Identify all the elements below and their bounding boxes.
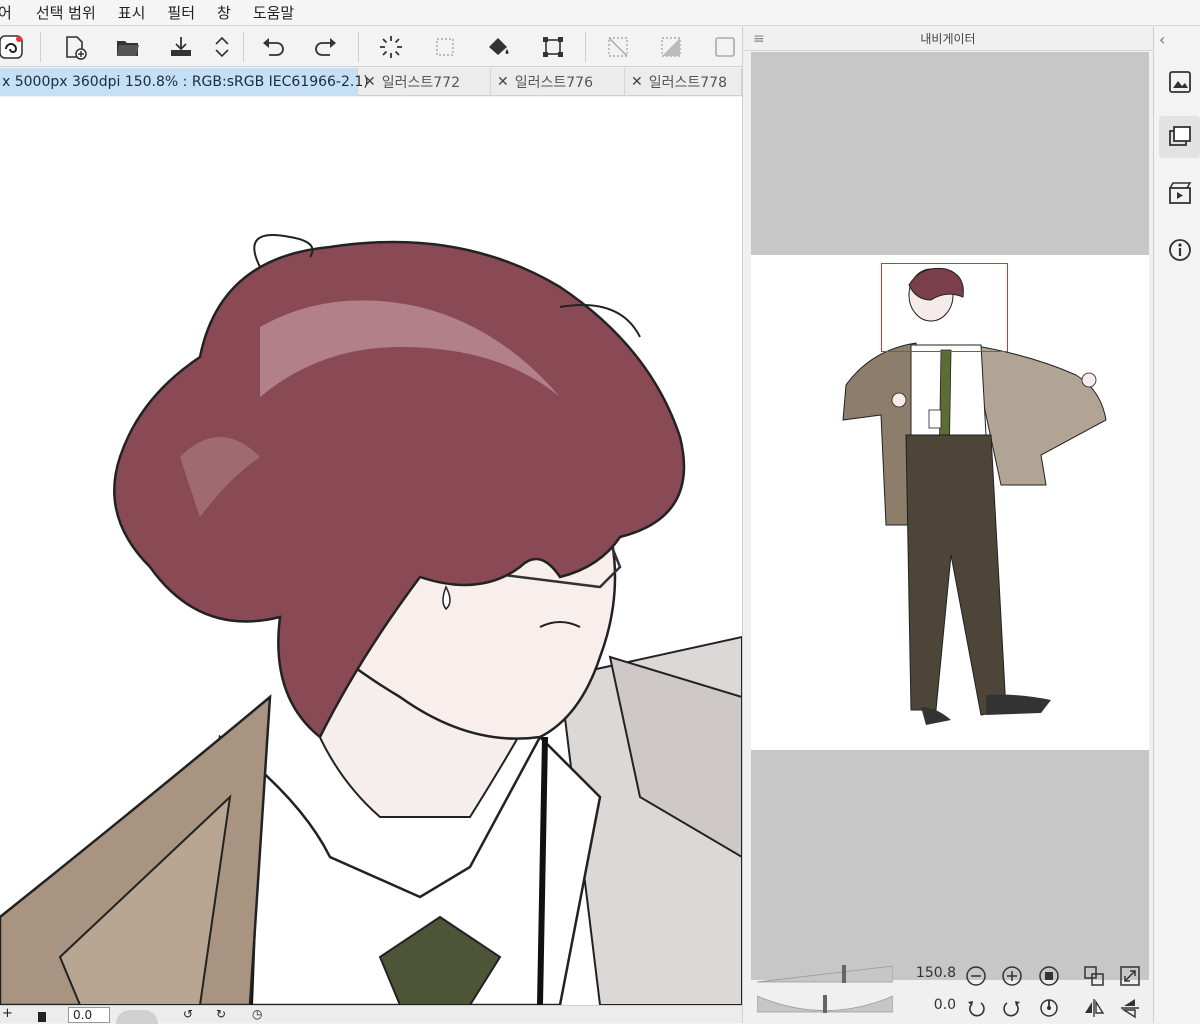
rotate-left-icon[interactable] — [965, 997, 987, 1019]
tab-illust778[interactable]: ✕ 일러스트778 — [625, 68, 742, 96]
view-area-frame[interactable] — [881, 263, 1008, 352]
actual-size-icon[interactable] — [1038, 965, 1060, 987]
close-icon[interactable]: ✕ — [364, 74, 376, 90]
menu-item-help[interactable]: 도움말 — [253, 2, 294, 23]
rotate-right-icon[interactable] — [1001, 997, 1023, 1019]
tab-label: 일러스트778 — [648, 75, 727, 91]
canvas-status-bar: + 0.0 ↺ ↻ ◷ — [0, 1005, 742, 1024]
layer-panel-icon[interactable] — [1167, 124, 1193, 150]
tab-label: x 5000px 360dpi 150.8% : RGB:sRGB IEC619… — [2, 74, 369, 90]
invert-selection-icon[interactable] — [658, 34, 684, 60]
document-tabs: x 5000px 360dpi 150.8% : RGB:sRGB IEC619… — [0, 68, 742, 96]
menu-bar: 어 선택 범위 표시 필터 창 도움말 — [0, 0, 1200, 26]
rotate-left-icon[interactable]: ↺ — [183, 1007, 193, 1021]
navigator-title: 내비게이터 — [920, 32, 976, 46]
navigator-controls: 150.8 0.0 — [743, 957, 1153, 1023]
show-selection-icon[interactable] — [712, 34, 738, 60]
tab-label: 일러스트776 — [514, 75, 593, 91]
navigator-panel-icon[interactable] — [1167, 69, 1193, 95]
redo-icon[interactable] — [313, 34, 339, 60]
tab-label: 일러스트772 — [381, 75, 460, 91]
transform-icon[interactable] — [540, 34, 566, 60]
drawing-canvas[interactable] — [0, 97, 742, 1005]
close-icon[interactable]: ✕ — [497, 74, 509, 90]
zoom-in-icon[interactable] — [1001, 965, 1023, 987]
fill-bucket-icon[interactable] — [486, 34, 512, 60]
deselect-icon[interactable] — [605, 34, 631, 60]
reset-rotation-icon[interactable] — [1038, 997, 1060, 1019]
fit-to-screen-icon[interactable] — [1083, 965, 1105, 987]
rotate-right-icon[interactable]: ↻ — [216, 1007, 226, 1021]
zoom-out-icon[interactable] — [965, 965, 987, 987]
zoom-value[interactable]: 150.8 — [906, 965, 956, 981]
tab-illust772[interactable]: ✕ 일러스트772 — [358, 68, 491, 96]
artwork-closeup — [0, 234, 742, 1005]
loading-spinner-icon[interactable] — [378, 34, 404, 60]
reset-rotation-icon[interactable]: ◷ — [252, 1007, 262, 1021]
close-icon[interactable]: ✕ — [631, 74, 643, 90]
clear-selection-icon[interactable] — [432, 34, 458, 60]
animation-panel-icon[interactable] — [1167, 180, 1193, 206]
undo-icon[interactable] — [260, 34, 286, 60]
collapse-chevron-icon[interactable]: ‹ — [1159, 30, 1165, 49]
panel-menu-icon[interactable]: ≡ — [753, 32, 765, 46]
menu-item-layer[interactable]: 어 — [0, 2, 12, 23]
rotation-value[interactable]: 0.0 — [906, 997, 956, 1013]
menu-item-view[interactable]: 표시 — [118, 2, 146, 23]
save-icon[interactable] — [168, 34, 194, 60]
toolbar-divider — [585, 32, 586, 62]
tab-illust776[interactable]: ✕ 일러스트776 — [491, 68, 625, 96]
scroll-arrows-icon[interactable] — [209, 34, 235, 60]
navigator-header: ≡ 내비게이터 — [743, 27, 1153, 51]
app-logo-icon[interactable] — [0, 34, 24, 60]
menu-item-selection[interactable]: 선택 범위 — [36, 2, 96, 23]
rotation-dial[interactable] — [116, 1010, 158, 1024]
menu-item-filter[interactable]: 필터 — [167, 2, 195, 23]
navigator-panel: ≡ 내비게이터 150.8 0.0 — [742, 27, 1154, 1023]
tab-active-document[interactable]: x 5000px 360dpi 150.8% : RGB:sRGB IEC619… — [0, 68, 369, 96]
new-file-icon[interactable] — [62, 34, 88, 60]
fit-window-icon[interactable] — [1119, 965, 1141, 987]
toolbar-divider — [243, 32, 244, 62]
rotation-field[interactable]: 0.0 — [68, 1007, 110, 1023]
command-bar — [0, 27, 742, 67]
stop-icon[interactable] — [38, 1012, 46, 1022]
open-folder-icon[interactable] — [115, 34, 141, 60]
flip-horizontal-icon[interactable] — [1083, 997, 1105, 1019]
flip-vertical-icon[interactable] — [1119, 997, 1141, 1019]
navigator-preview[interactable] — [751, 52, 1149, 980]
menu-item-window[interactable]: 창 — [217, 2, 231, 23]
toolbar-divider — [358, 32, 359, 62]
zoom-in-icon[interactable]: + — [2, 1006, 13, 1021]
rotation-slider[interactable] — [756, 995, 894, 1013]
toolbar-divider — [40, 32, 41, 62]
navigator-page-thumbnail — [751, 255, 1149, 750]
zoom-slider[interactable] — [756, 965, 894, 983]
right-dock: ‹ — [1155, 27, 1200, 1023]
info-panel-icon[interactable] — [1167, 237, 1193, 263]
